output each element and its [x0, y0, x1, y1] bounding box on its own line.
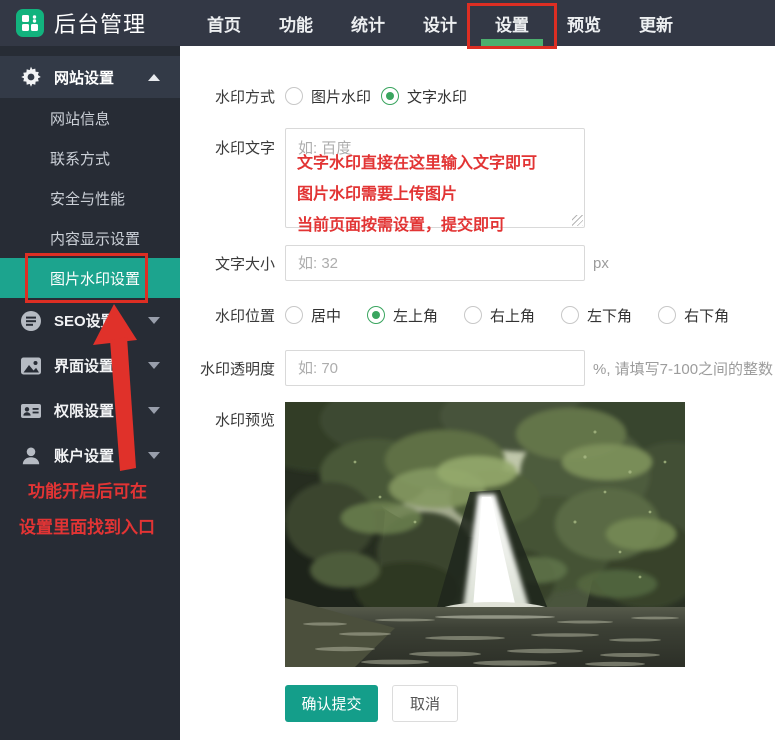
app-root: 后台管理 首页 功能 统计 设计 设置 预览 更新 网站设置 — [0, 0, 775, 740]
sidebar-group-label: 界面设置 — [54, 355, 148, 376]
user-icon — [20, 445, 42, 467]
field-label: 水印方式 — [185, 86, 275, 107]
radio-label: 图片水印 — [311, 86, 371, 107]
radio-image-watermark[interactable]: 图片水印 — [285, 86, 371, 107]
field-label: 水印透明度 — [185, 358, 275, 379]
id-card-icon — [20, 400, 42, 422]
watermark-preview-image — [285, 402, 685, 667]
radio-text-watermark[interactable]: 文字水印 — [381, 86, 467, 107]
brand-title: 后台管理 — [54, 7, 146, 39]
seo-circle-icon — [20, 310, 42, 332]
watermark-text-field-wrap: 文字水印直接在这里输入文字即可 图片水印需要上传图片 当前页面按需设置，提交即可 — [285, 128, 585, 228]
radio-label: 右上角 — [490, 305, 535, 326]
radio-position-bottom-left[interactable]: 左下角 — [561, 305, 632, 326]
resize-handle[interactable] — [572, 215, 583, 226]
sidebar-group-label: 网站设置 — [54, 67, 148, 88]
sidebar-item-image-watermark[interactable]: 图片水印设置 — [0, 258, 180, 298]
sidebar-group-interface[interactable]: 界面设置 — [0, 343, 180, 388]
radio-circle-checked-icon — [381, 87, 399, 105]
chevron-down-icon — [148, 452, 160, 459]
radio-circle-icon — [285, 306, 303, 324]
radio-label: 左下角 — [587, 305, 632, 326]
sidebar-item-content-display[interactable]: 内容显示设置 — [0, 218, 180, 258]
main-nav: 首页 功能 统计 设计 设置 预览 更新 — [188, 0, 692, 46]
sidebar-item-contact[interactable]: 联系方式 — [0, 138, 180, 178]
annotation-note-line2: 设置里面找到入口 — [19, 513, 155, 538]
sidebar: 网站设置 网站信息 联系方式 安全与性能 内容显示设置 图片水印设置 SEO设置 — [0, 46, 180, 740]
submit-button[interactable]: 确认提交 — [285, 685, 378, 722]
sidebar-group-permissions[interactable]: 权限设置 — [0, 388, 180, 433]
sidebar-group-label: 账户设置 — [54, 445, 148, 466]
sidebar-group-website-settings[interactable]: 网站设置 — [0, 56, 180, 98]
nav-item-preview[interactable]: 预览 — [548, 0, 620, 46]
top-navbar: 后台管理 首页 功能 统计 设计 设置 预览 更新 — [0, 0, 775, 46]
radio-circle-icon — [658, 306, 676, 324]
text-size-row: 文字大小 px — [185, 245, 775, 281]
nav-item-statistics[interactable]: 统计 — [332, 0, 404, 46]
sidebar-group-label: 权限设置 — [54, 400, 148, 421]
sidebar-item-security-performance[interactable]: 安全与性能 — [0, 178, 180, 218]
nav-item-features[interactable]: 功能 — [260, 0, 332, 46]
chevron-down-icon — [148, 407, 160, 414]
radio-position-center[interactable]: 居中 — [285, 305, 341, 326]
nav-item-settings[interactable]: 设置 — [476, 0, 548, 46]
watermark-text-input[interactable] — [285, 128, 585, 228]
gear-icon — [20, 66, 42, 88]
sidebar-submenu: 网站信息 联系方式 安全与性能 内容显示设置 图片水印设置 — [0, 98, 180, 298]
watermark-settings-panel: 水印方式 图片水印 文字水印 水印文字 文字水印直接在这里输入文字即可 图片水印… — [180, 46, 775, 740]
brand[interactable]: 后台管理 — [16, 7, 146, 39]
sidebar-group-label: SEO设置 — [54, 310, 148, 331]
radio-label: 文字水印 — [407, 86, 467, 107]
chevron-up-icon — [148, 74, 160, 81]
watermark-preview-row: 水印预览 — [185, 402, 775, 667]
watermark-position-radio-group: 居中 左上角 右上角 左下角 右下角 — [285, 305, 729, 326]
field-label: 文字大小 — [185, 253, 275, 274]
watermark-opacity-input[interactable] — [285, 350, 585, 386]
radio-label: 右下角 — [684, 305, 729, 326]
watermark-method-radio-group: 图片水印 文字水印 — [285, 86, 467, 107]
chevron-down-icon — [148, 362, 160, 369]
nav-item-settings-label: 设置 — [495, 11, 529, 36]
text-size-input[interactable] — [285, 245, 585, 281]
annotation-note-line1: 功能开启后可在 — [28, 477, 147, 502]
radio-label: 左上角 — [393, 305, 438, 326]
radio-position-top-right[interactable]: 右上角 — [464, 305, 535, 326]
radio-label: 居中 — [311, 305, 341, 326]
watermark-text-row: 水印文字 文字水印直接在这里输入文字即可 图片水印需要上传图片 当前页面按需设置… — [185, 128, 775, 228]
nav-item-update[interactable]: 更新 — [620, 0, 692, 46]
chevron-down-icon — [148, 317, 160, 324]
form-actions-row: 确认提交 取消 — [185, 685, 775, 722]
watermark-method-row: 水印方式 图片水印 文字水印 — [185, 86, 775, 106]
field-label: 水印预览 — [185, 402, 275, 430]
sidebar-item-site-info[interactable]: 网站信息 — [0, 98, 180, 138]
radio-position-top-left[interactable]: 左上角 — [367, 305, 438, 326]
nav-item-home[interactable]: 首页 — [188, 0, 260, 46]
sidebar-group-seo[interactable]: SEO设置 — [0, 298, 180, 343]
unit-suffix: px — [593, 255, 609, 272]
field-label: 水印文字 — [185, 128, 275, 158]
app-logo-icon — [16, 9, 44, 37]
watermark-position-row: 水印位置 居中 左上角 右上角 左下角 — [185, 305, 775, 325]
radio-position-bottom-right[interactable]: 右下角 — [658, 305, 729, 326]
radio-circle-icon — [285, 87, 303, 105]
sidebar-group-account[interactable]: 账户设置 — [0, 433, 180, 478]
cancel-button[interactable]: 取消 — [392, 685, 458, 722]
radio-circle-icon — [464, 306, 482, 324]
radio-circle-icon — [561, 306, 579, 324]
unit-suffix: %, 请填写7-100之间的整数 — [593, 358, 773, 379]
field-label: 水印位置 — [185, 305, 275, 326]
active-tab-underline — [481, 39, 543, 46]
nav-item-design[interactable]: 设计 — [404, 0, 476, 46]
radio-circle-checked-icon — [367, 306, 385, 324]
image-icon — [20, 355, 42, 377]
watermark-opacity-row: 水印透明度 %, 请填写7-100之间的整数 — [185, 350, 775, 386]
